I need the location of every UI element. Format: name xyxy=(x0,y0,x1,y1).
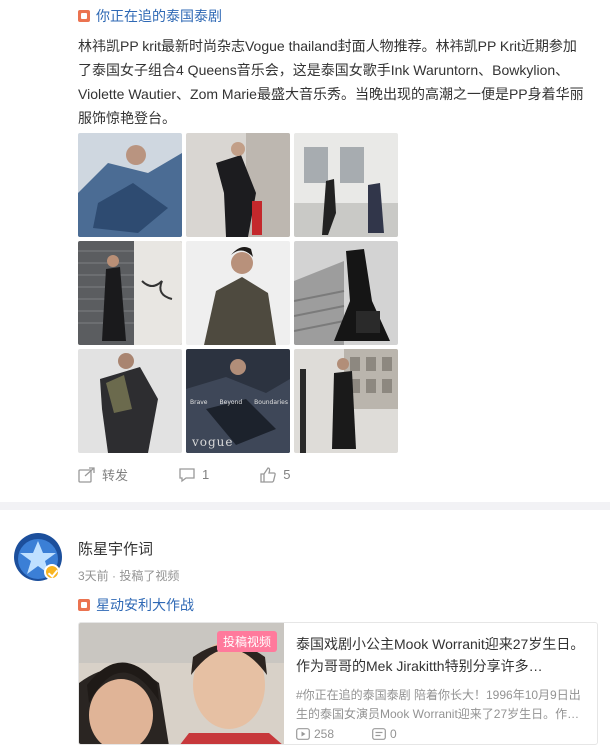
like-button[interactable]: 5 xyxy=(259,466,291,483)
comment-box-icon xyxy=(372,728,386,740)
video-stats: 258 0 xyxy=(296,727,435,741)
video-info: 泰国戏剧小公主Mook Worranit迎来27岁生日。作为哥哥的Mek Jir… xyxy=(284,623,597,744)
post-actions: 转发 1 5 xyxy=(78,465,340,484)
caption-word: Brave xyxy=(190,399,208,406)
post-meta: 3天前 · 投稿了视频 xyxy=(78,569,180,583)
topic-link-2[interactable]: 星动安利大作战 xyxy=(78,595,194,615)
repost-icon xyxy=(78,466,95,483)
photo-grid: Brave Beyond Boundaries vogue xyxy=(78,133,400,455)
topic-label: 星动安利大作战 xyxy=(96,597,194,613)
video-description: #你正在追的泰国泰剧 陪着你长大！1996年10月9日出生的泰国女演员Mook … xyxy=(296,688,581,721)
photo-8[interactable]: Brave Beyond Boundaries vogue xyxy=(186,349,290,453)
topic-label: 你正在追的泰国泰剧 xyxy=(96,8,222,24)
repost-button[interactable]: 转发 xyxy=(78,465,128,484)
play-count: 258 xyxy=(296,727,334,741)
like-icon xyxy=(260,466,277,483)
comment-count-value: 0 xyxy=(390,727,397,741)
play-count-value: 258 xyxy=(314,727,335,741)
comment-button[interactable]: 1 xyxy=(178,467,209,483)
photo-1[interactable] xyxy=(78,133,182,237)
photo-4[interactable] xyxy=(78,241,182,345)
video-title[interactable]: 泰国戏剧小公主Mook Worranit迎来27岁生日。作为哥哥的Mek Jir… xyxy=(296,633,585,677)
like-count: 5 xyxy=(283,467,291,482)
repost-label: 转发 xyxy=(102,468,129,483)
video-tag: 投稿视频 xyxy=(217,631,278,652)
post-text: 林祎凯PP krit最新时尚杂志Vogue thailand封面人物推荐。林祎凯… xyxy=(78,38,584,126)
author-name[interactable]: 陈星宇作词 xyxy=(78,538,153,559)
photo-7[interactable] xyxy=(78,349,182,453)
topic-link[interactable]: 你正在追的泰国泰剧 xyxy=(78,6,222,26)
caption-word: Boundaries xyxy=(254,399,288,406)
play-icon xyxy=(296,728,310,740)
photo-9[interactable] xyxy=(294,349,398,453)
photo-caption: Brave Beyond Boundaries xyxy=(190,399,288,406)
comment-count: 1 xyxy=(202,467,210,482)
topic-icon xyxy=(78,10,90,22)
comment-count-video: 0 xyxy=(372,727,397,741)
photo-2[interactable] xyxy=(186,133,290,237)
verified-badge-icon xyxy=(44,564,60,580)
vogue-logo: vogue xyxy=(192,435,234,449)
video-thumbnail[interactable]: 投稿视频 xyxy=(79,623,284,744)
photo-6[interactable] xyxy=(294,241,398,345)
video-card[interactable]: 投稿视频 泰国戏剧小公主Mook Worranit迎来27岁生日。作为哥哥的Me… xyxy=(78,622,598,745)
caption-word: Beyond xyxy=(219,399,243,406)
topic-icon xyxy=(78,599,90,611)
comment-icon xyxy=(179,467,195,482)
photo-3[interactable] xyxy=(294,133,398,237)
photo-5[interactable] xyxy=(186,241,290,345)
post-separator xyxy=(0,502,610,510)
